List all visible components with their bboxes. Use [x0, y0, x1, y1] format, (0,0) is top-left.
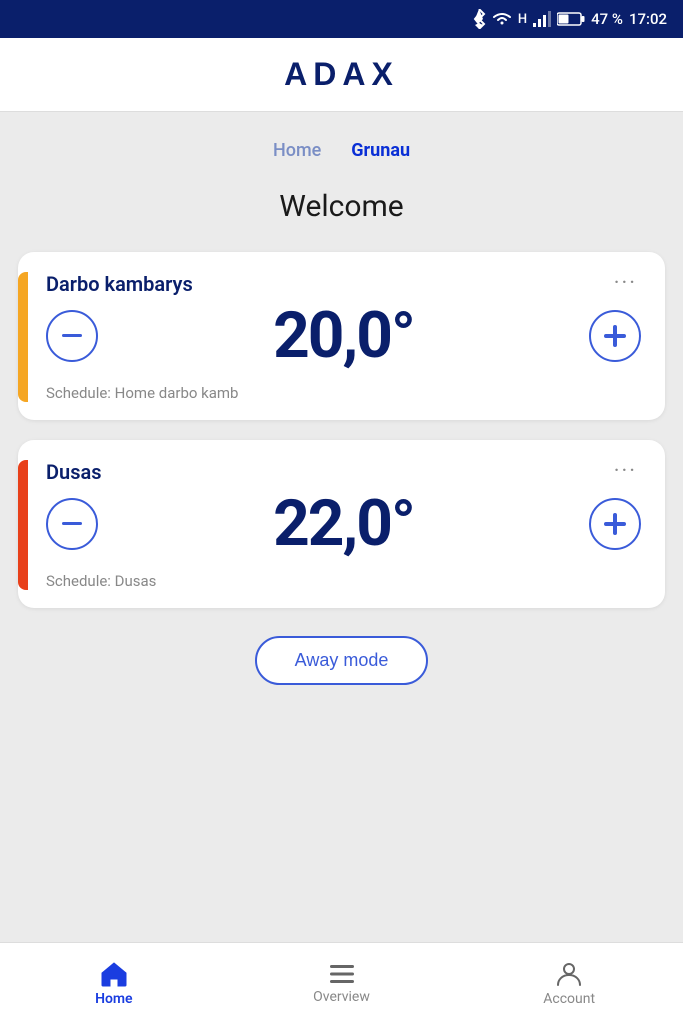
device-card-dusas: Dusas ··· 22,0°	[18, 440, 665, 608]
nav-account[interactable]: Account	[455, 943, 683, 1024]
signal-bars-icon	[533, 11, 551, 27]
battery-percent: 47 %	[591, 10, 623, 28]
location-tabs: Home Grunau	[0, 112, 683, 173]
away-mode-container: Away mode	[0, 608, 683, 705]
nav-overview[interactable]: Overview	[228, 943, 456, 1024]
status-bar: H 47 % 17:02	[0, 0, 683, 38]
welcome-heading: Welcome	[0, 173, 683, 252]
main-content: Home Grunau Welcome Darbo kambarys ···	[0, 112, 683, 1024]
more-options-dusas[interactable]: ···	[610, 461, 641, 483]
device-card-darbo: Darbo kambarys ··· 20,0°	[18, 252, 665, 420]
schedule-darbo: Schedule: Home darbo kamb	[46, 384, 641, 402]
devices-list: Darbo kambarys ··· 20,0°	[0, 252, 683, 608]
card-accent-orange	[18, 460, 28, 590]
away-mode-button[interactable]: Away mode	[255, 636, 429, 685]
device-name-darbo: Darbo kambarys	[46, 272, 193, 296]
card-header-darbo: Darbo kambarys ···	[46, 272, 641, 296]
battery-icon	[557, 12, 585, 26]
home-icon	[100, 961, 128, 987]
wifi-icon	[492, 11, 512, 27]
tab-home[interactable]: Home	[273, 136, 321, 165]
bluetooth-icon	[472, 9, 486, 29]
nav-home[interactable]: Home	[0, 943, 228, 1024]
temp-value-dusas: 22,0°	[273, 492, 414, 556]
status-icons: H 47 % 17:02	[472, 9, 667, 29]
app-header: ADAX	[0, 38, 683, 112]
temp-value-darbo: 20,0°	[273, 304, 414, 368]
tab-grunau[interactable]: Grunau	[351, 136, 410, 165]
nav-home-label: Home	[95, 991, 133, 1007]
device-name-dusas: Dusas	[46, 460, 102, 484]
temp-row-dusas: 22,0°	[46, 492, 641, 556]
adax-logo: ADAX	[284, 56, 399, 93]
card-header-dusas: Dusas ···	[46, 460, 641, 484]
bottom-nav: Home Overview Account	[0, 942, 683, 1024]
decrease-temp-darbo[interactable]	[46, 310, 98, 362]
schedule-dusas: Schedule: Dusas	[46, 572, 641, 590]
decrease-temp-dusas[interactable]	[46, 498, 98, 550]
increase-temp-darbo[interactable]	[589, 310, 641, 362]
card-accent-yellow	[18, 272, 28, 402]
temp-row-darbo: 20,0°	[46, 304, 641, 368]
nav-overview-label: Overview	[313, 989, 370, 1005]
nav-account-label: Account	[543, 991, 595, 1007]
signal-icon: H	[518, 12, 527, 27]
clock: 17:02	[629, 10, 667, 28]
more-options-darbo[interactable]: ···	[610, 273, 641, 295]
card-body-dusas: Dusas ··· 22,0°	[46, 460, 641, 590]
account-icon	[556, 961, 582, 987]
card-body-darbo: Darbo kambarys ··· 20,0°	[46, 272, 641, 402]
increase-temp-dusas[interactable]	[589, 498, 641, 550]
overview-icon	[328, 963, 356, 985]
